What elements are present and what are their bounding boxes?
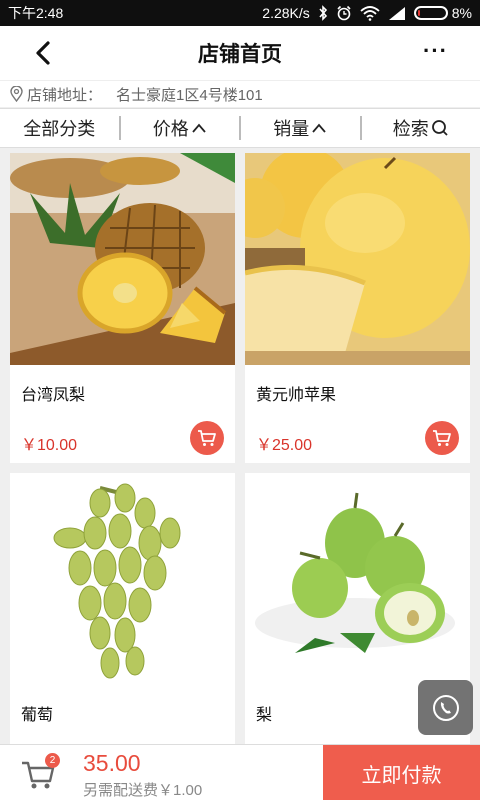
page-title: 店铺首页 [198,43,282,66]
product-price: ￥25.00 [256,437,313,454]
address-label: 店铺地址： [27,86,103,104]
phone-icon [432,694,459,721]
product-name: 梨 [256,707,273,724]
checkout-bar: 2 35.00 另需配送费￥1.00 立即付款 [0,744,480,800]
product-card[interactable]: 葡萄 [10,473,235,744]
location-pin-icon [10,86,23,102]
product-card[interactable]: 台湾凤梨 ￥10.00 [10,153,235,463]
bluetooth-icon [319,5,327,21]
filter-bar: 全部分类 价格 销量 检索 [0,108,480,148]
call-button[interactable] [418,680,473,735]
filter-all-categories[interactable]: 全部分类 [0,116,119,140]
chevron-up-icon [192,123,206,133]
alarm-icon [337,5,351,21]
product-name: 黄元帅苹果 [256,387,337,404]
product-image-apple [245,153,470,365]
cart-total: 35.00 [83,750,141,776]
product-card[interactable]: 黄元帅苹果 ￥25.00 [245,153,470,463]
delivery-fee: 另需配送费￥1.00 [83,782,203,799]
product-price: ￥10.00 [21,437,78,454]
add-to-cart-button[interactable] [425,421,459,455]
address-value: 名士豪庭1区4号楼101 [116,86,263,104]
pay-now-button[interactable]: 立即付款 [323,745,480,800]
filter-search[interactable]: 检索 [359,116,480,140]
page-header: 店铺首页 ··· [0,26,480,80]
battery-icon [413,6,448,20]
more-button[interactable]: ··· [423,38,448,64]
product-image-pineapple [10,153,235,365]
battery-percent: 8% [451,5,472,21]
search-icon [431,120,448,136]
signal-icon [388,7,405,20]
filter-price[interactable]: 价格 [118,116,240,140]
chevron-up-icon [312,123,326,133]
status-time: 下午2:48 [8,5,64,21]
cart-icon [198,430,216,446]
status-bar: 下午2:48 2.28K/s 8% [0,0,480,26]
add-to-cart-button[interactable] [190,421,224,455]
product-name: 台湾凤梨 [21,387,86,404]
network-speed: 2.28K/s [262,5,310,21]
cart-icon [433,430,451,446]
back-arrow-icon[interactable] [30,39,58,67]
wifi-icon [360,6,380,21]
filter-sales[interactable]: 销量 [239,116,360,140]
product-image-pear [245,473,470,685]
shop-address: 店铺地址： 名士豪庭1区4号楼101 [0,80,480,107]
cart-count-badge: 2 [45,753,60,768]
product-image-grape [10,473,235,685]
product-name: 葡萄 [21,707,54,724]
